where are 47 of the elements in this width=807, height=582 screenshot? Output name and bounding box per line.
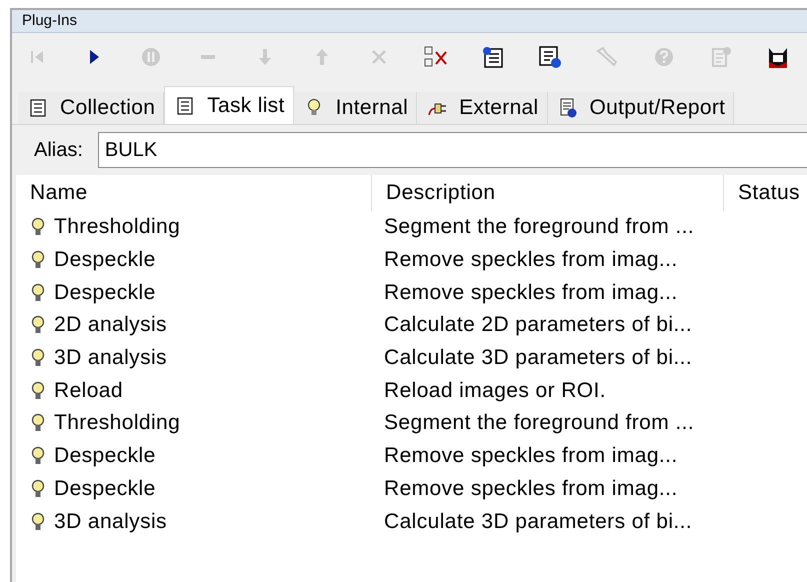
bulb-icon (30, 446, 46, 466)
table-cell: Remove speckles from imag... (384, 248, 678, 272)
bulb-icon (30, 217, 46, 238)
bulb-icon (30, 380, 46, 401)
column-header[interactable]: Name (16, 175, 372, 211)
table-cell: Reload (54, 378, 123, 403)
list-icon (28, 98, 48, 118)
tab[interactable]: Output/Report (548, 92, 734, 124)
alias-label: Alias: (34, 138, 83, 162)
table-cell: Calculate 3D parameters of bi... (384, 510, 692, 534)
panel-title: Plug-Ins (12, 10, 807, 33)
table-cell: Remove speckles from imag... (384, 444, 678, 468)
table-cell: Segment the foreground from ... (384, 215, 694, 240)
table-cell: Remove speckles from imag... (384, 476, 678, 501)
table-cell: Despeckle (54, 248, 156, 272)
table-cell: Despeckle (54, 444, 156, 468)
info-document-icon (558, 98, 578, 118)
table-cell: Despeckle (54, 280, 156, 305)
tab[interactable]: Collection (18, 92, 164, 124)
list-icon (175, 96, 196, 116)
table-cell: Despeckle (54, 476, 156, 501)
table-cell: Reload images or ROI. (384, 378, 606, 403)
tab[interactable]: External (417, 92, 548, 124)
bulb-icon (30, 512, 46, 532)
table-cell: Thresholding (54, 411, 180, 436)
bulb-icon (30, 315, 46, 336)
list-plus-icon (480, 44, 506, 70)
table-cell: Remove speckles from imag... (384, 280, 678, 305)
bulb-icon (30, 348, 46, 368)
column-header[interactable]: Status (724, 175, 807, 211)
table-cell: 2D analysis (54, 313, 167, 338)
table-cell: Segment the foreground from ... (384, 411, 694, 436)
bulb-icon (30, 478, 46, 499)
tab[interactable]: Internal (294, 92, 418, 124)
alias-field[interactable]: BULK (98, 132, 807, 168)
table-cell: 3D analysis (54, 510, 167, 534)
bulb-icon (30, 413, 46, 434)
table-cell: Calculate 3D parameters of bi... (384, 346, 692, 370)
table-cell: Calculate 2D parameters of bi... (384, 313, 692, 338)
table-cell: Thresholding (54, 215, 180, 240)
bulb-icon (30, 250, 46, 270)
bulb-icon (30, 282, 46, 303)
table-cell: 3D analysis (54, 346, 167, 370)
tab[interactable]: Task list (164, 86, 294, 124)
list-arrow-icon (537, 44, 563, 70)
minus-icon (201, 55, 215, 59)
column-header[interactable]: Description (372, 175, 724, 211)
